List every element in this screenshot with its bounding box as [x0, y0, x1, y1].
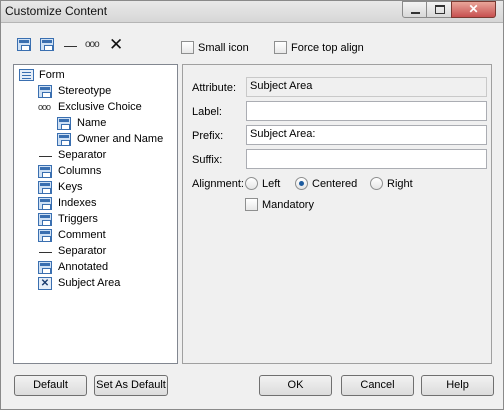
add-collection-button[interactable] [40, 38, 56, 54]
align-right-label: Right [387, 178, 413, 190]
tree-item-label: Exclusive Choice [58, 101, 142, 113]
small-icon-label: Small icon [198, 42, 249, 54]
attribute-icon [38, 213, 52, 226]
align-centered-label: Centered [312, 178, 358, 190]
title-bar: Customize Content ✕ [1, 1, 503, 23]
delete-icon[interactable]: ✕ [109, 35, 123, 55]
small-icon-checkbox[interactable] [181, 41, 194, 54]
tree-item-label: Triggers [58, 213, 98, 225]
add-attribute-icon [17, 38, 31, 51]
separator-line-icon [39, 252, 52, 253]
tree-item-label: Keys [58, 181, 83, 193]
force-top-align-checkbox[interactable] [274, 41, 287, 54]
window-title: Customize Content [5, 4, 108, 18]
tree-item-label: Indexes [58, 197, 97, 209]
minimize-button[interactable] [402, 1, 427, 18]
x-attribute-icon: ✕ [38, 277, 52, 290]
default-button[interactable]: Default [14, 375, 87, 396]
attribute-icon [57, 133, 71, 146]
prefix-field[interactable]: Subject Area: [246, 125, 487, 145]
attribute-icon [38, 181, 52, 194]
maximize-icon [435, 5, 445, 14]
attribute-icon [38, 261, 52, 274]
attribute-icon [38, 197, 52, 210]
tree-item-label: Name [77, 117, 107, 129]
content-tree[interactable]: Form Stereotype ooo Exclusive Choice Nam… [13, 64, 178, 364]
customize-content-dialog: Customize Content ✕ ooo ✕ Small icon For… [0, 0, 504, 410]
tree-item-label: Separator [58, 245, 107, 257]
attribute-field: Subject Area [246, 77, 487, 97]
attribute-label: Attribute: [192, 82, 237, 94]
align-left-radio[interactable] [245, 177, 258, 190]
label-label: Label: [192, 106, 222, 118]
tree-item-label: Columns [58, 165, 102, 177]
mandatory-checkbox[interactable] [245, 198, 258, 211]
attribute-icon [57, 117, 71, 130]
attribute-icon [38, 165, 52, 178]
tree-item-label: Form [39, 69, 65, 81]
align-right-radio[interactable] [370, 177, 383, 190]
tree-item-label: Owner and Name [77, 133, 164, 145]
tree-item-label: Subject Area [58, 277, 121, 289]
suffix-field[interactable] [246, 149, 487, 169]
mandatory-label: Mandatory [262, 199, 314, 211]
add-attribute-button[interactable] [17, 38, 33, 54]
separator-line-icon [39, 156, 52, 157]
form-icon [19, 69, 34, 81]
add-exclusive-choice-button[interactable]: ooo [85, 39, 100, 50]
align-left-label: Left [262, 178, 281, 190]
prefix-label: Prefix: [192, 130, 224, 142]
label-field[interactable] [246, 101, 487, 121]
add-collection-icon [40, 38, 54, 51]
attribute-icon [38, 229, 52, 242]
close-button[interactable]: ✕ [451, 1, 496, 18]
exclusive-choice-icon: ooo [38, 102, 51, 112]
ok-button[interactable]: OK [259, 375, 332, 396]
suffix-label: Suffix: [192, 154, 223, 166]
minimize-icon [411, 12, 420, 14]
tree-item-label: Annotated [58, 261, 109, 273]
close-icon: ✕ [468, 2, 479, 16]
cancel-button[interactable]: Cancel [341, 375, 414, 396]
set-as-default-button[interactable]: Set As Default [94, 375, 168, 396]
tree-item-label: Stereotype [58, 85, 112, 97]
alignment-label: Alignment: [192, 178, 244, 190]
align-centered-radio[interactable] [295, 177, 308, 190]
tree-item-label: Comment [58, 229, 106, 241]
maximize-button[interactable] [426, 1, 452, 18]
help-button[interactable]: Help [421, 375, 494, 396]
attribute-icon [38, 85, 52, 98]
add-separator-button[interactable] [64, 46, 77, 47]
tree-item-label: Separator [58, 149, 107, 161]
force-top-align-label: Force top align [291, 42, 364, 54]
